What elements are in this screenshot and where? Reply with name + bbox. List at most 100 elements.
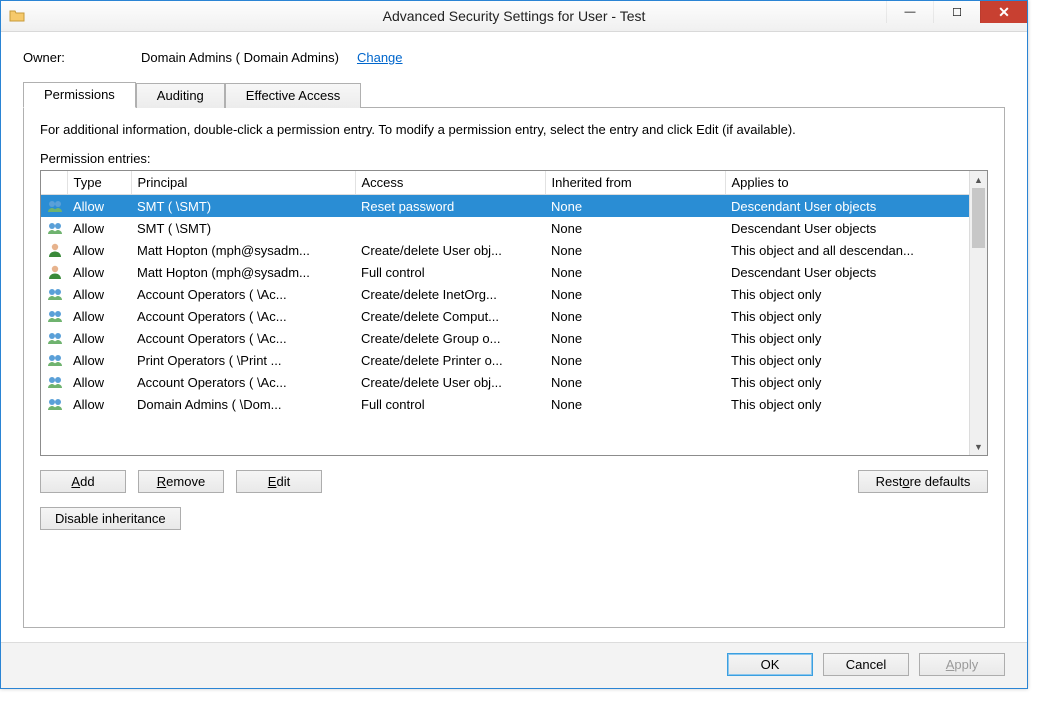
tab-panel-permissions: For additional information, double-click… bbox=[23, 107, 1005, 628]
window-title: Advanced Security Settings for User - Te… bbox=[1, 8, 1027, 24]
minimize-icon: — bbox=[905, 6, 916, 18]
entry-button-row: Add Remove Edit Restore defaults bbox=[40, 470, 988, 493]
cell-inherited: None bbox=[545, 217, 725, 239]
cell-access: Create/delete Printer o... bbox=[355, 349, 545, 371]
cell-applies: This object only bbox=[725, 393, 970, 415]
cell-type: Allow bbox=[67, 239, 131, 261]
titlebar: Advanced Security Settings for User - Te… bbox=[1, 1, 1027, 32]
cell-principal: SMT ( \SMT) bbox=[131, 217, 355, 239]
principal-group-icon bbox=[41, 283, 67, 305]
scroll-down-icon[interactable]: ▼ bbox=[970, 438, 987, 455]
cell-principal: Account Operators ( \Ac... bbox=[131, 327, 355, 349]
add-button[interactable]: Add bbox=[40, 470, 126, 493]
cell-principal: Account Operators ( \Ac... bbox=[131, 371, 355, 393]
table-row[interactable]: AllowAccount Operators ( \Ac...Create/de… bbox=[41, 305, 970, 327]
window-controls: — ☐ ✕ bbox=[886, 1, 1027, 23]
principal-group-icon bbox=[41, 217, 67, 239]
col-type[interactable]: Type bbox=[67, 171, 131, 195]
table-row[interactable]: AllowSMT ( \SMT)Reset passwordNoneDescen… bbox=[41, 195, 970, 218]
cell-principal: SMT ( \SMT) bbox=[131, 195, 355, 218]
cell-type: Allow bbox=[67, 349, 131, 371]
cell-principal: Matt Hopton (mph@sysadm... bbox=[131, 261, 355, 283]
scroll-track[interactable] bbox=[970, 188, 987, 438]
owner-row: Owner: Domain Admins ( Domain Admins) Ch… bbox=[23, 50, 1005, 65]
close-button[interactable]: ✕ bbox=[980, 1, 1027, 23]
minimize-button[interactable]: — bbox=[886, 1, 933, 23]
principal-group-icon bbox=[41, 327, 67, 349]
principal-group-icon bbox=[41, 371, 67, 393]
col-principal[interactable]: Principal bbox=[131, 171, 355, 195]
cell-access: Create/delete Comput... bbox=[355, 305, 545, 327]
tab-auditing[interactable]: Auditing bbox=[136, 83, 225, 108]
cell-applies: Descendant User objects bbox=[725, 195, 970, 218]
cell-applies: This object only bbox=[725, 305, 970, 327]
cell-type: Allow bbox=[67, 305, 131, 327]
table-row[interactable]: AllowAccount Operators ( \Ac...Create/de… bbox=[41, 283, 970, 305]
disable-inheritance-button[interactable]: Disable inheritance bbox=[40, 507, 181, 530]
cell-principal: Matt Hopton (mph@sysadm... bbox=[131, 239, 355, 261]
principal-group-icon bbox=[41, 393, 67, 415]
maximize-button[interactable]: ☐ bbox=[933, 1, 980, 23]
client-area: Owner: Domain Admins ( Domain Admins) Ch… bbox=[1, 32, 1027, 642]
cell-type: Allow bbox=[67, 393, 131, 415]
principal-user-icon bbox=[41, 239, 67, 261]
cell-applies: This object only bbox=[725, 371, 970, 393]
cancel-button[interactable]: Cancel bbox=[823, 653, 909, 676]
cell-inherited: None bbox=[545, 371, 725, 393]
tabstrip: Permissions Auditing Effective Access bbox=[23, 81, 1005, 107]
restore-defaults-button[interactable]: Restore defaults bbox=[858, 470, 988, 493]
scroll-up-icon[interactable]: ▲ bbox=[970, 171, 987, 188]
cell-type: Allow bbox=[67, 283, 131, 305]
cell-access bbox=[355, 217, 545, 239]
cell-applies: This object only bbox=[725, 283, 970, 305]
principal-group-icon bbox=[41, 195, 67, 218]
entries-label: Permission entries: bbox=[40, 151, 988, 166]
table-row[interactable]: AllowAccount Operators ( \Ac...Create/de… bbox=[41, 371, 970, 393]
edit-button[interactable]: Edit bbox=[236, 470, 322, 493]
owner-label: Owner: bbox=[23, 50, 133, 65]
cell-inherited: None bbox=[545, 327, 725, 349]
col-inherited[interactable]: Inherited from bbox=[545, 171, 725, 195]
table-row[interactable]: AllowPrint Operators ( \Print ...Create/… bbox=[41, 349, 970, 371]
cell-type: Allow bbox=[67, 261, 131, 283]
table-row[interactable]: AllowDomain Admins ( \Dom...Full control… bbox=[41, 393, 970, 415]
table-row[interactable]: AllowAccount Operators ( \Ac...Create/de… bbox=[41, 327, 970, 349]
cell-access: Create/delete User obj... bbox=[355, 239, 545, 261]
permission-grid: Type Principal Access Inherited from App… bbox=[40, 170, 988, 456]
cell-inherited: None bbox=[545, 393, 725, 415]
close-icon: ✕ bbox=[998, 4, 1010, 21]
cell-type: Allow bbox=[67, 371, 131, 393]
principal-group-icon bbox=[41, 305, 67, 327]
apply-button[interactable]: Apply bbox=[919, 653, 1005, 676]
col-icon[interactable] bbox=[41, 171, 67, 195]
principal-group-icon bbox=[41, 349, 67, 371]
dialog-footer: OK Cancel Apply bbox=[1, 642, 1027, 688]
cell-applies: This object only bbox=[725, 327, 970, 349]
cell-inherited: None bbox=[545, 349, 725, 371]
table-row[interactable]: AllowMatt Hopton (mph@sysadm...Create/de… bbox=[41, 239, 970, 261]
scroll-thumb[interactable] bbox=[972, 188, 985, 248]
permission-grid-body[interactable]: Type Principal Access Inherited from App… bbox=[41, 171, 987, 455]
cell-access: Full control bbox=[355, 261, 545, 283]
cell-type: Allow bbox=[67, 217, 131, 239]
tab-permissions[interactable]: Permissions bbox=[23, 82, 136, 108]
tab-effective-access[interactable]: Effective Access bbox=[225, 83, 361, 108]
col-access[interactable]: Access bbox=[355, 171, 545, 195]
table-row[interactable]: AllowMatt Hopton (mph@sysadm...Full cont… bbox=[41, 261, 970, 283]
table-row[interactable]: AllowSMT ( \SMT)NoneDescendant User obje… bbox=[41, 217, 970, 239]
cell-applies: Descendant User objects bbox=[725, 261, 970, 283]
remove-button[interactable]: Remove bbox=[138, 470, 224, 493]
ok-button[interactable]: OK bbox=[727, 653, 813, 676]
col-applies[interactable]: Applies to bbox=[725, 171, 970, 195]
cell-inherited: None bbox=[545, 261, 725, 283]
cell-principal: Account Operators ( \Ac... bbox=[131, 305, 355, 327]
cell-principal: Print Operators ( \Print ... bbox=[131, 349, 355, 371]
cell-access: Create/delete Group o... bbox=[355, 327, 545, 349]
cell-access: Create/delete User obj... bbox=[355, 371, 545, 393]
vertical-scrollbar[interactable]: ▲ ▼ bbox=[969, 171, 987, 455]
inheritance-row: Disable inheritance bbox=[40, 507, 988, 530]
change-owner-link[interactable]: Change bbox=[357, 50, 403, 65]
cell-access: Full control bbox=[355, 393, 545, 415]
cell-inherited: None bbox=[545, 283, 725, 305]
cell-inherited: None bbox=[545, 239, 725, 261]
